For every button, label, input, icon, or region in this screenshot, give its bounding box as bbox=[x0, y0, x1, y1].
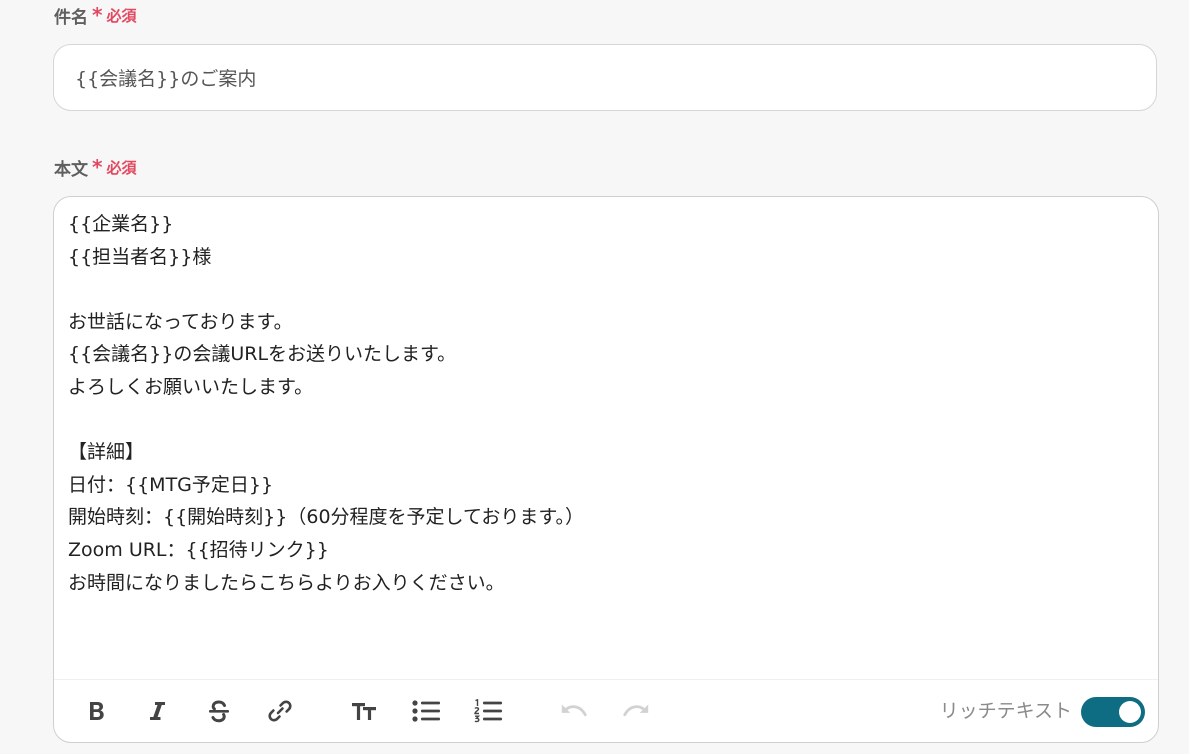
numbered-list-button[interactable] bbox=[473, 696, 503, 726]
link-button[interactable] bbox=[265, 696, 295, 726]
italic-icon bbox=[150, 702, 165, 720]
subject-label: 件名 bbox=[54, 7, 88, 28]
required-badge: 必須 bbox=[106, 6, 137, 25]
numbered-list-icon bbox=[474, 698, 502, 723]
body-label: 本文 bbox=[54, 159, 88, 180]
strikethrough-button[interactable] bbox=[204, 696, 234, 726]
undo-icon bbox=[561, 704, 587, 717]
bold-icon bbox=[90, 702, 104, 720]
redo-button[interactable] bbox=[621, 696, 651, 726]
body-line: {{企業名}} bbox=[68, 213, 174, 235]
body-editor: {{企業名}} {{担当者名}}様 お世話になっております。 {{会議名}}の会… bbox=[53, 196, 1159, 743]
body-line: Zoom URL：{{招待リンク}} bbox=[68, 538, 329, 561]
body-label-row: 本文 * 必須 bbox=[54, 154, 136, 180]
body-line: お時間になりましたらこちらよりお入りください。 bbox=[68, 571, 505, 594]
bold-button[interactable] bbox=[81, 696, 111, 726]
body-line bbox=[68, 273, 1144, 306]
rich-text-toggle[interactable] bbox=[1081, 697, 1145, 727]
text-size-icon bbox=[352, 703, 376, 720]
required-asterisk: * bbox=[92, 3, 103, 27]
subject-value: {{会議名}}のご案内 bbox=[75, 68, 257, 90]
body-line bbox=[68, 404, 1144, 437]
body-line: 開始時刻：{{開始時刻}}（60分程度を予定しております。） bbox=[68, 506, 584, 529]
body-textarea[interactable]: {{企業名}} {{担当者名}}様 お世話になっております。 {{会議名}}の会… bbox=[68, 208, 1144, 599]
body-line: {{担当者名}}様 bbox=[68, 245, 212, 268]
required-badge: 必須 bbox=[106, 158, 137, 177]
strikethrough-icon bbox=[209, 700, 229, 723]
bullet-list-button[interactable] bbox=[411, 696, 441, 726]
rich-text-label: リッチテキスト bbox=[939, 700, 1072, 722]
italic-button[interactable] bbox=[142, 696, 172, 726]
toggle-knob bbox=[1119, 701, 1141, 723]
body-line: 【詳細】 bbox=[68, 441, 145, 464]
undo-button[interactable] bbox=[559, 696, 589, 726]
editor-toolbar: リッチテキスト bbox=[54, 679, 1158, 742]
link-icon bbox=[268, 700, 292, 722]
subject-input[interactable]: {{会議名}}のご案内 bbox=[53, 44, 1157, 111]
bullet-list-icon bbox=[412, 700, 440, 722]
required-asterisk: * bbox=[92, 155, 103, 179]
text-size-button[interactable] bbox=[349, 696, 379, 726]
body-line: 日付：{{MTG予定日}} bbox=[68, 473, 274, 496]
email-form: 件名 * 必須 {{会議名}}のご案内 本文 * 必須 {{企業名}} {{担当… bbox=[0, 0, 1189, 754]
subject-label-row: 件名 * 必須 bbox=[54, 2, 136, 28]
body-line: {{会議名}}の会議URLをお送りいたします。 bbox=[68, 343, 457, 366]
body-line: よろしくお願いいたします。 bbox=[68, 375, 314, 398]
body-line: お世話になっております。 bbox=[68, 310, 293, 333]
redo-icon bbox=[623, 704, 649, 717]
